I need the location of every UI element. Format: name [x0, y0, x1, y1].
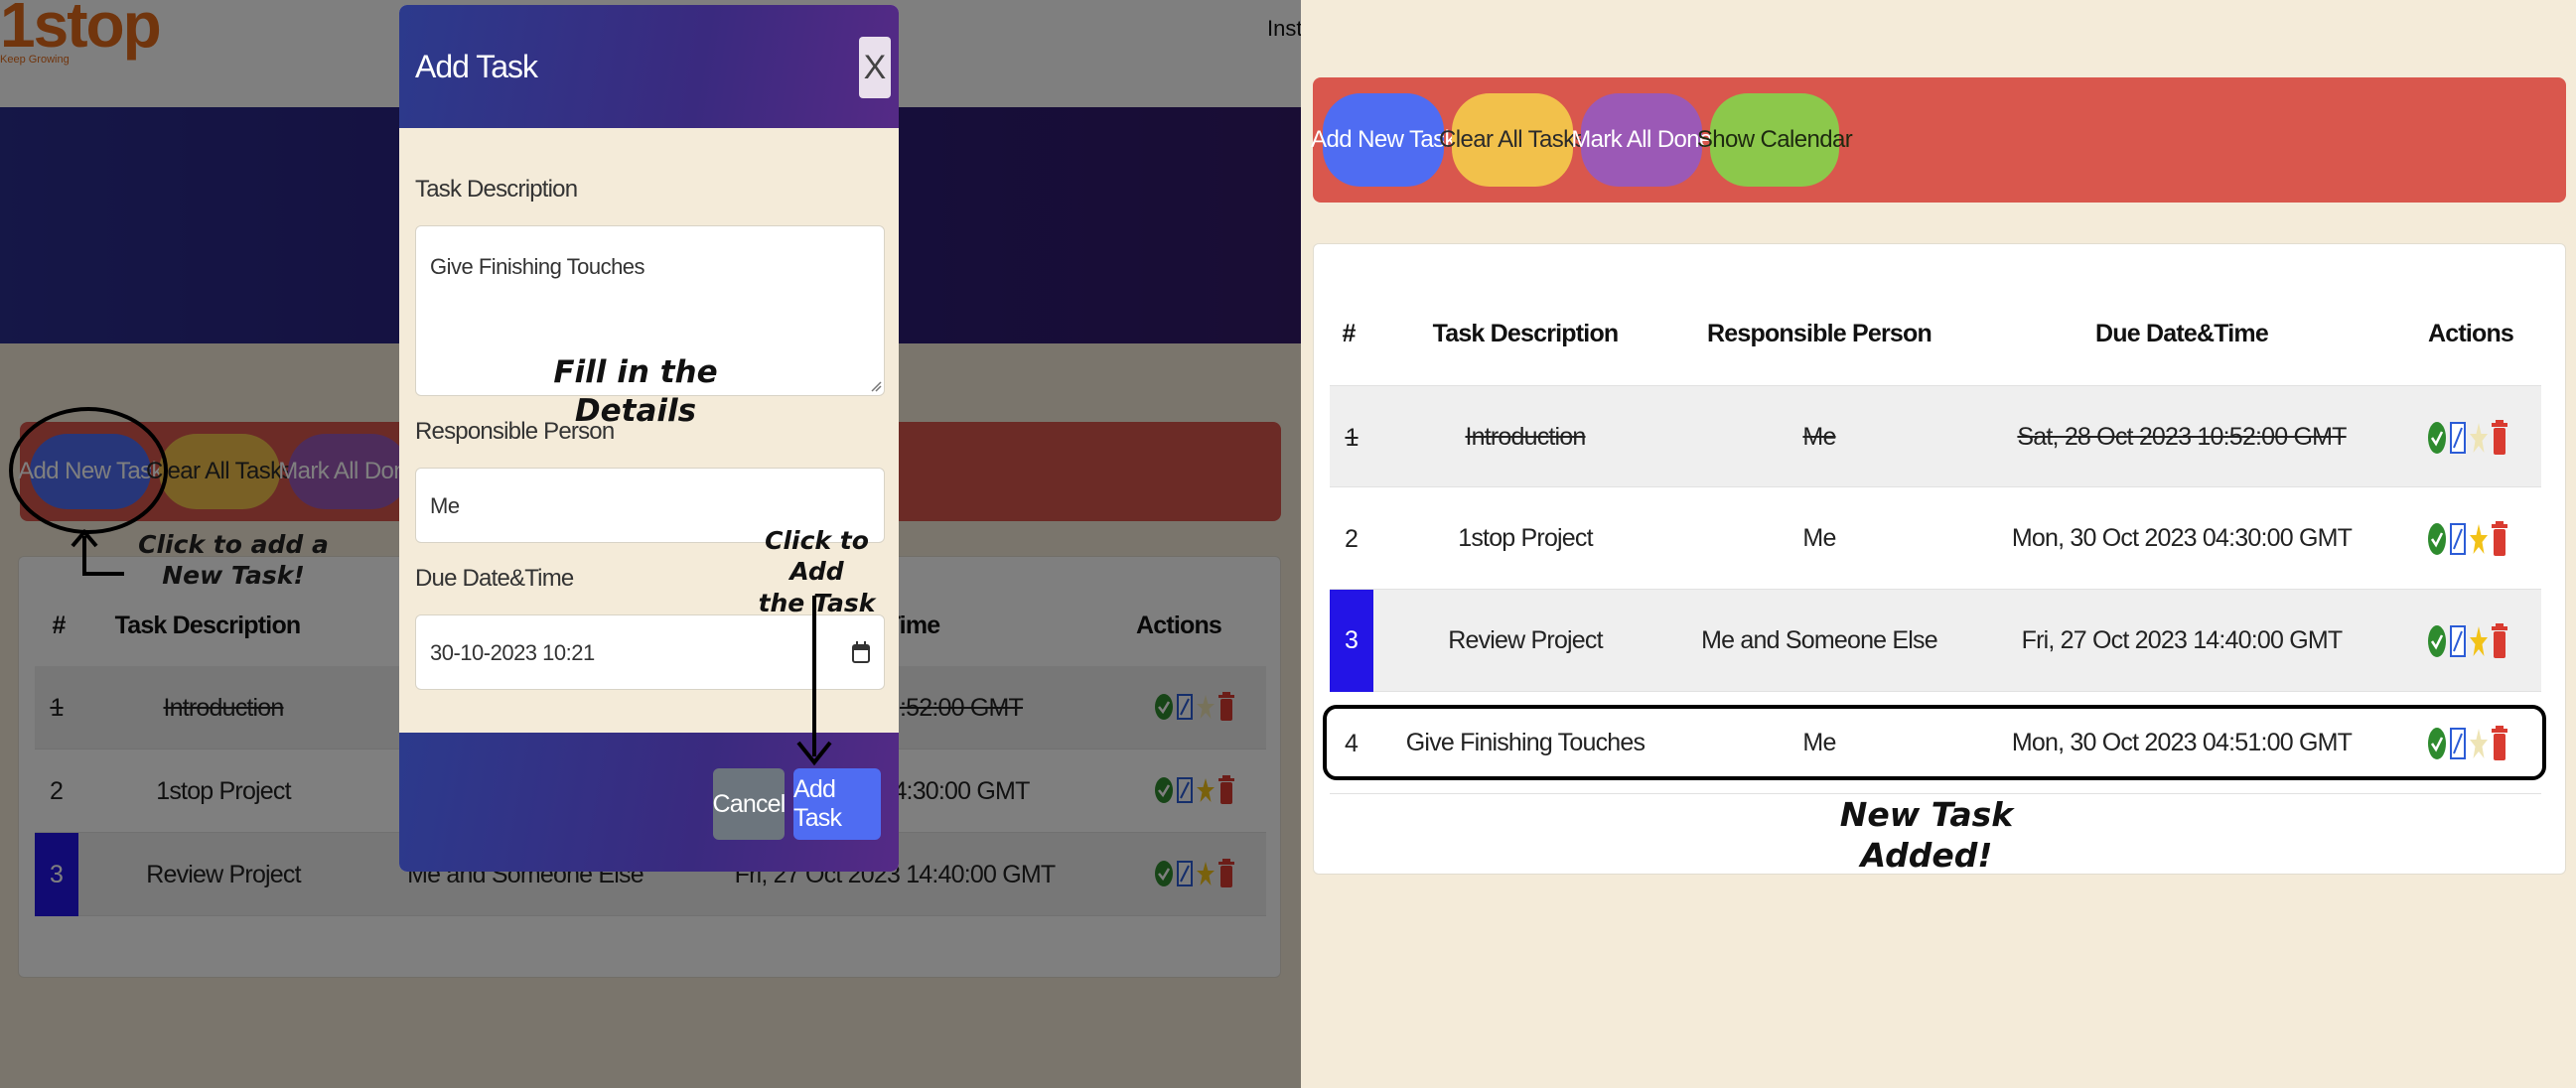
trash-icon[interactable] — [2492, 521, 2507, 557]
toolbar: Add New Task Clear All Tasks Mark All Do… — [1311, 77, 2566, 203]
row-person: Me and Someone Else — [1701, 626, 1938, 654]
trash-icon[interactable] — [2492, 623, 2507, 659]
col-task-header: Task Description — [1432, 320, 1620, 347]
col-actions-header: Actions — [2427, 320, 2514, 347]
row-task: 1stop Project — [1458, 524, 1593, 552]
table-row: 2 1stop Project Me Mon, 30 Oct 2023 04:3… — [1330, 487, 2541, 590]
row-due: Mon, 30 Oct 2023 04:30:00 GMT — [2011, 524, 2353, 552]
row-actions — [2428, 521, 2507, 557]
star-icon[interactable] — [2470, 624, 2488, 658]
row-num: 3 — [1330, 590, 1373, 692]
row-actions — [2428, 420, 2507, 456]
table-row: 1 Introduction Me Sat, 28 Oct 2023 10:52… — [1330, 385, 2541, 487]
col-num-header: # — [1342, 320, 1356, 347]
edit-icon[interactable] — [2450, 421, 2466, 455]
edit-icon[interactable] — [2450, 624, 2466, 658]
add-new-task-button[interactable]: Add New Task — [1311, 93, 1456, 187]
edit-icon[interactable] — [2450, 522, 2466, 556]
mark-all-done-button[interactable]: Mark All Done — [1571, 93, 1712, 187]
col-person-header: Responsible Person — [1707, 320, 1932, 347]
row-due: Sat, 28 Oct 2023 10:52:00 GMT — [2017, 423, 2347, 451]
trash-icon[interactable] — [2492, 420, 2507, 456]
row-actions — [2428, 623, 2507, 659]
show-calendar-button[interactable]: Show Calendar — [1697, 93, 1853, 187]
left-screen: 1stop Keep Growing Instr Add New Task Cl… — [0, 0, 1301, 1088]
row-person: Me — [1802, 423, 1836, 451]
check-circle-icon[interactable] — [2428, 522, 2446, 556]
right-screen: Add New Task Clear All Tasks Mark All Do… — [1301, 0, 2576, 1088]
row-num: 2 — [1345, 524, 1359, 553]
table-row: 3 Review Project Me and Someone Else Fri… — [1330, 590, 2541, 692]
check-circle-icon[interactable] — [2428, 624, 2446, 658]
row-task: Introduction — [1465, 423, 1586, 451]
row-task: Review Project — [1448, 626, 1603, 654]
star-icon[interactable] — [2470, 421, 2488, 455]
row-person: Me — [1802, 524, 1836, 552]
new-row-highlight — [1323, 705, 2546, 780]
check-circle-icon[interactable] — [2428, 421, 2446, 455]
annotation-line: Added! — [1860, 836, 1993, 876]
row-num: 1 — [1345, 423, 1359, 452]
annotation-arrows — [9, 407, 832, 766]
row-due: Fri, 27 Oct 2023 14:40:00 GMT — [2021, 626, 2344, 654]
annotation-line: New Task — [1839, 795, 2014, 834]
star-icon[interactable] — [2470, 522, 2488, 556]
col-due-header: Due Date&Time — [2095, 320, 2269, 347]
clear-all-tasks-button[interactable]: Clear All Tasks — [1439, 93, 1587, 187]
annotation-new-task-added: New Task Added! — [1817, 794, 2036, 877]
